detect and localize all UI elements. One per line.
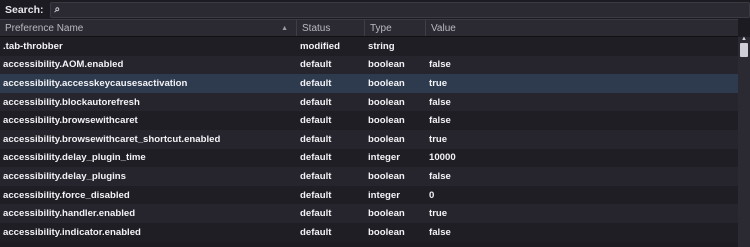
pref-value-cell: false [429,115,451,127]
pref-type-cell: boolean [368,59,405,71]
pref-type-cell: string [368,40,395,52]
column-header-status[interactable]: Status [297,20,365,36]
preferences-table: Preference Name ▲ Status Type Value .tab… [0,19,738,242]
table-row[interactable]: .tab-throbber modified string [0,37,738,56]
pref-value-cell: false [429,226,451,238]
pref-name-cell: accessibility.accesskeycausesactivation [3,77,188,89]
pref-status-cell: default [300,59,332,71]
table-row[interactable]: accessibility.delay_plugin_time default in… [0,148,738,168]
pref-type-cell: boolean [368,208,405,220]
pref-type-cell: boolean [368,77,405,89]
pref-type-cell: boolean [368,115,405,127]
table-row[interactable]: accessibility.force_disabled default integ… [0,185,738,205]
table-row[interactable]: accessibility.AOM.enabled default boolean f… [0,55,738,75]
pref-value-cell: 10000 [429,152,456,164]
table-row[interactable]: accessibility.handler.enabled default bool… [0,204,738,223]
pref-name-cell: accessibility.handler.enabled [3,208,136,220]
pref-status-cell: default [300,189,332,201]
pref-type-cell: boolean [368,170,405,182]
column-header-name-label: Preference Name [5,22,84,34]
table-body: .tab-throbber modified string accessibility… [0,37,738,242]
pref-status-cell: modified [300,40,340,52]
column-header-status-label: Status [302,22,331,34]
table-row[interactable]: accessibility.blockautorefresh default boo… [0,92,738,112]
pref-name-cell: accessibility.AOM.enabled [3,59,124,71]
pref-type-cell: boolean [368,96,405,108]
vertical-scrollbar[interactable]: ▲ [738,36,750,247]
column-header-name[interactable]: Preference Name ▲ [0,20,297,36]
pref-name-cell: accessibility.browsewithcaret [3,115,138,127]
table-row[interactable]: accessibility.accesskeycausesactivation d… [0,74,738,93]
search-input[interactable] [64,4,735,15]
pref-type-cell: boolean [368,133,405,145]
pref-status-cell: default [300,77,332,89]
pref-status-cell: default [300,226,332,238]
pref-type-cell: integer [368,189,400,201]
pref-value-cell: false [429,59,451,71]
search-label: Search: [5,3,44,16]
pref-name-cell: accessibility.force_disabled [3,189,130,201]
column-header-value[interactable]: Value [426,20,738,36]
pref-status-cell: default [300,170,332,182]
search-icon: ⌕ [54,4,61,15]
pref-status-cell: default [300,115,332,127]
column-header-value-label: Value [431,22,456,34]
pref-name-cell: accessibility.browsewithcaret_shortcut.e… [3,133,221,145]
pref-status-cell: default [300,208,332,220]
pref-type-cell: integer [368,152,400,164]
pref-name-cell: accessibility.delay_plugins [3,170,126,182]
pref-name-cell: .tab-throbber [3,40,63,52]
sort-ascending-icon: ▲ [281,24,288,32]
search-field[interactable]: ⌕ [49,1,750,18]
pref-value-cell: false [429,96,451,108]
pref-name-cell: accessibility.indicator.enabled [3,226,141,238]
table-row[interactable]: accessibility.browsewithcaret_shortcut.e… [0,129,738,149]
table-header: Preference Name ▲ Status Type Value [0,19,738,37]
pref-name-cell: accessibility.blockautorefresh [3,96,140,108]
pref-name-cell: accessibility.delay_plugin_time [3,152,146,164]
pref-value-cell: false [429,170,451,182]
pref-value-cell: 0 [429,189,435,201]
pref-status-cell: default [300,96,332,108]
table-row[interactable]: accessibility.delay_plugins default boolea… [0,167,738,186]
pref-status-cell: default [300,133,332,145]
pref-value-cell: true [429,133,448,145]
column-header-type[interactable]: Type [365,20,426,36]
scroll-up-arrow-icon[interactable]: ▲ [741,36,747,42]
pref-value-cell: true [429,208,448,220]
pref-value-cell: true [429,77,448,89]
search-bar: Search: ⌕ [0,0,750,19]
table-row[interactable]: accessibility.browsewithcaret default bool… [0,111,738,130]
pref-status-cell: default [300,152,332,164]
table-row[interactable]: accessibility.indicator.enabled default bo… [0,222,738,242]
column-header-type-label: Type [370,22,392,34]
scrollbar-thumb[interactable] [740,43,748,57]
pref-type-cell: boolean [368,226,405,238]
